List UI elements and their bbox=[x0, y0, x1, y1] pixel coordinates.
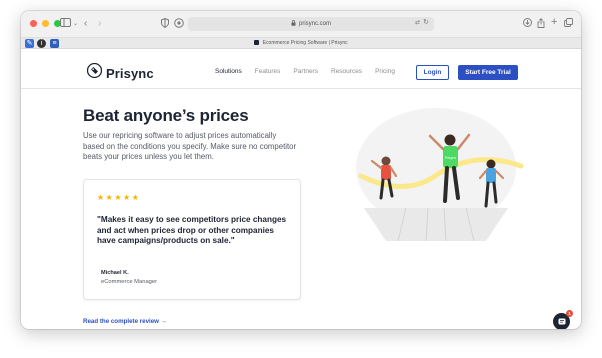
back-arrow-icon[interactable]: ‹ bbox=[84, 18, 87, 30]
prisync-logo[interactable]: Prisync bbox=[86, 62, 154, 83]
nav-pricing[interactable]: Pricing bbox=[375, 68, 395, 75]
tab-title: Ecommerce Pricing Software | Prisync bbox=[262, 40, 348, 46]
privacy-shield-icon[interactable] bbox=[161, 17, 169, 32]
chat-notification-badge: 1 bbox=[566, 310, 573, 317]
nav-solutions[interactable]: Solutions bbox=[215, 68, 242, 75]
nav-resources[interactable]: Resources bbox=[331, 68, 362, 75]
browser-titlebar: ⌄ ‹ › prisync.com ⇄ ↻ + bbox=[21, 11, 581, 37]
extension-icon[interactable] bbox=[174, 18, 184, 32]
tab-bar: ✎ i ≡ Ecommerce Pricing Software | Prisy… bbox=[21, 37, 581, 49]
jersey-text: Prisync bbox=[445, 156, 457, 160]
tab-overview-icon[interactable] bbox=[564, 18, 573, 31]
favicon-icon bbox=[254, 40, 260, 46]
active-tab[interactable]: Ecommerce Pricing Software | Prisync bbox=[21, 40, 581, 46]
address-bar[interactable]: prisync.com ⇄ ↻ bbox=[188, 17, 434, 31]
chevron-down-icon[interactable]: ⌄ bbox=[73, 18, 78, 30]
hero-description: Use our repricing software to adjust pri… bbox=[83, 131, 297, 161]
lock-icon bbox=[291, 20, 296, 28]
close-window-button[interactable] bbox=[30, 20, 37, 27]
translate-icon[interactable]: ⇄ bbox=[415, 19, 420, 26]
main-nav: Solutions Features Partners Resources Pr… bbox=[215, 68, 395, 75]
chat-bubble-icon bbox=[558, 313, 566, 330]
start-free-trial-button[interactable]: Start Free Trial bbox=[458, 65, 518, 80]
download-icon[interactable] bbox=[523, 18, 532, 31]
browser-window: ⌄ ‹ › prisync.com ⇄ ↻ + ✎ i ≡ Ecommerce … bbox=[21, 11, 581, 329]
reload-icon[interactable]: ↻ bbox=[423, 18, 429, 26]
review-author-role: eCommerce Manager bbox=[101, 279, 158, 285]
site-header: Prisync Solutions Features Partners Reso… bbox=[21, 49, 581, 89]
forward-arrow-icon[interactable]: › bbox=[98, 18, 101, 30]
hero-title: Beat anyone’s prices bbox=[83, 106, 249, 125]
review-author: Michael K. bbox=[101, 270, 129, 276]
logo-text: Prisync bbox=[106, 65, 154, 81]
minimize-window-button[interactable] bbox=[42, 20, 49, 27]
login-button[interactable]: Login bbox=[416, 65, 449, 80]
nav-features[interactable]: Features bbox=[255, 68, 281, 75]
sidebar-toggle-icon[interactable] bbox=[60, 18, 71, 31]
review-card: ★★★★★ "Makes it easy to see competitors … bbox=[83, 179, 301, 300]
star-rating: ★★★★★ bbox=[97, 193, 141, 202]
window-controls bbox=[30, 20, 61, 27]
review-quote: "Makes it easy to see competitors price … bbox=[97, 215, 287, 245]
tag-logo-icon bbox=[86, 62, 103, 83]
runners-illustration: Prisync bbox=[356, 108, 524, 242]
url-text: prisync.com bbox=[298, 21, 331, 27]
nav-partners[interactable]: Partners bbox=[293, 68, 318, 75]
share-icon[interactable] bbox=[537, 18, 545, 32]
read-review-link[interactable]: Read the complete review → bbox=[83, 318, 167, 325]
new-tab-icon[interactable]: + bbox=[551, 16, 557, 28]
